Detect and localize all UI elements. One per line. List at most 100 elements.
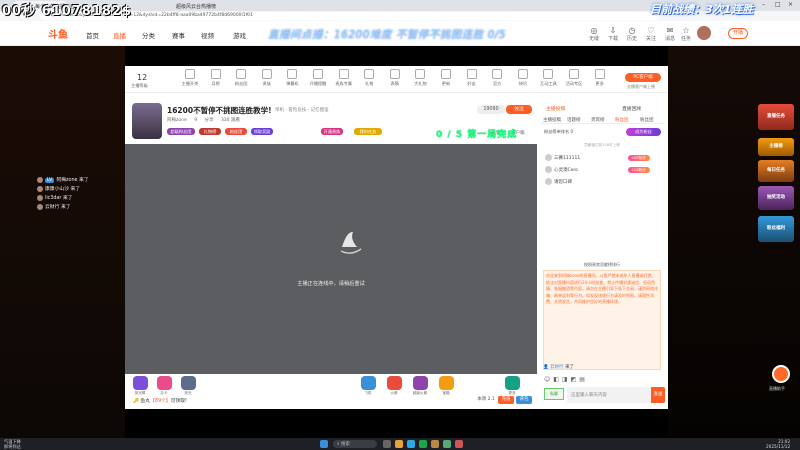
category-item[interactable]: 大礼物 [407, 69, 433, 87]
fan-row[interactable]: 心灵澳Cero [545, 166, 578, 173]
gift-item[interactable]: 火箭 [383, 376, 405, 396]
gift-item[interactable]: 办卡 [153, 376, 175, 396]
browser-tab-second[interactable]: 超级风云台热播榜 [170, 1, 250, 11]
nav-category[interactable]: 分类 [142, 30, 155, 40]
promo-banner[interactable]: 抽奖活动 [758, 186, 794, 210]
anchor-name[interactable]: 阿梅zone [167, 118, 187, 123]
chat-input[interactable]: 这里输入聊天内容 [567, 387, 651, 403]
file-explorer-icon[interactable] [395, 440, 403, 448]
category-item[interactable]: 更多 [587, 69, 613, 87]
video-player[interactable]: 主播正在连线中，请稍后重试 [125, 144, 537, 374]
anchor-avatar[interactable] [132, 103, 162, 139]
gift-item[interactable]: 更多 [501, 376, 523, 396]
subtab[interactable]: 主播投稿 [543, 117, 561, 123]
nav-live[interactable]: 直播 [113, 30, 126, 40]
category-item[interactable]: 活动专区 [561, 69, 587, 87]
nav-events[interactable]: 赛事 [172, 30, 185, 40]
gift-item[interactable]: 飞机 [357, 376, 379, 396]
windows-start-icon[interactable] [320, 440, 328, 448]
taskbar-search[interactable]: ⌕ 搜索 [333, 440, 377, 448]
gift-item[interactable]: 荧光 [177, 376, 199, 396]
app-icon[interactable] [431, 440, 439, 448]
app-icon[interactable] [455, 440, 463, 448]
gift-item[interactable]: 荧光棒 [129, 376, 151, 396]
tab-anchor-posts[interactable]: 主播投稿 [546, 105, 565, 112]
video-status-message: 主播正在连线中，请稍后重试 [297, 281, 365, 287]
start-live-button[interactable]: 开播 [728, 28, 748, 39]
badge[interactable]: 我的任务 [354, 128, 382, 135]
promo-banner[interactable]: 直播任务 [758, 104, 794, 130]
category-item[interactable]: 粉丝团 [228, 69, 254, 87]
nav-video[interactable]: 视频 [201, 30, 214, 40]
category-item[interactable]: 月榜 [203, 69, 229, 87]
subtab[interactable]: 粉丝团 [640, 117, 654, 123]
promo-banner[interactable]: 主播榜 [758, 138, 794, 156]
category-item[interactable]: 表情 [382, 69, 408, 87]
avatar [545, 166, 552, 173]
subtab[interactable]: 贵宾榜 [591, 117, 605, 123]
badge[interactable]: 领取奖励 [251, 128, 273, 135]
gift-item[interactable]: 宝箱 [435, 376, 457, 396]
header-message[interactable]: ✉ 消息 [664, 26, 676, 42]
system-clock[interactable]: 21:02 2025/11/12 [766, 439, 790, 449]
fan-row[interactable]: 三赛111111 [545, 154, 580, 161]
header-download[interactable]: ⇩ 下载 [607, 26, 619, 42]
category-item[interactable]: 贵族 [254, 69, 280, 87]
backpack-button[interactable]: 背包 [516, 396, 532, 404]
category-icon [287, 69, 298, 79]
fishball-text[interactable]: 🔑 鱼丸【89个】可领取! [133, 397, 187, 404]
fan-rank: 粉丝榜单排名 0 [544, 129, 574, 134]
chat-tool-icons[interactable]: ☺◧◨◩▤ [544, 376, 588, 383]
send-button[interactable]: 发送 [651, 387, 665, 403]
follow-button[interactable]: 关注 [506, 105, 532, 114]
badge[interactable]: 超级粉丝团 [167, 128, 195, 135]
header-history[interactable]: ◷ 历史 [626, 26, 638, 42]
promo-banner[interactable]: 每日任务 [758, 160, 794, 182]
category-item[interactable]: 弹幕机 [279, 69, 305, 87]
header-globe[interactable]: ◎ 无缝 [588, 26, 600, 42]
address-bar[interactable]: https://www.douyu.com/topic/zhx?rid=12&d… [40, 12, 660, 20]
category-item[interactable]: 礼物 [356, 69, 382, 87]
promo-banner[interactable]: 粉丝福利 [758, 216, 794, 242]
share-text[interactable]: 分享 [205, 118, 214, 123]
tab-replay[interactable]: 直播回顾 [622, 105, 641, 112]
app-icon[interactable] [419, 440, 427, 448]
category-item[interactable]: 互动工具 [535, 69, 561, 87]
category-item[interactable]: 更新 [433, 69, 459, 87]
join-fans-button[interactable]: 成为粉丝 [626, 128, 661, 136]
category-item[interactable]: 开播提醒 [305, 69, 331, 87]
loading-icon [340, 231, 362, 254]
user-avatar[interactable] [697, 26, 711, 40]
category-item[interactable]: 主播开关 [177, 69, 203, 87]
follow-count: 19090 [477, 105, 505, 114]
category-item[interactable]: 快讯 [510, 69, 536, 87]
minimize-icon[interactable]: – [762, 1, 765, 8]
fan-row[interactable]: 请您口碑 [545, 178, 572, 185]
heat-value: 9 [194, 118, 198, 123]
assistant-float-button[interactable] [772, 365, 790, 383]
subtab[interactable]: 话题榜 [567, 117, 581, 123]
nav-game[interactable]: 游戏 [233, 30, 246, 40]
inbox-button[interactable]: 私聊 [544, 388, 564, 400]
app-icon[interactable] [443, 440, 451, 448]
close-icon[interactable]: × [788, 1, 793, 8]
category-item[interactable]: 好友 [459, 69, 485, 87]
stream-tags[interactable]: 单机 · 冒险竞技 · 记忆图鉴 [275, 107, 329, 113]
header-follow[interactable]: ♡ 关注 [645, 26, 657, 42]
header-task[interactable]: ☆ 任务 [680, 26, 692, 42]
category-item[interactable]: 贵族专属 [331, 69, 357, 87]
edge-icon[interactable] [407, 440, 415, 448]
weather-widget[interactable]: 气温下降 即将到达 [4, 439, 21, 449]
nav-home[interactable]: 首页 [86, 30, 99, 40]
maximize-icon[interactable]: □ [775, 1, 781, 8]
badge[interactable]: 粉丝团 [225, 128, 247, 135]
pc-client-button[interactable]: PC客户端 [625, 73, 661, 82]
badge[interactable]: 开通贵族 [321, 128, 343, 135]
recharge-button[interactable]: 充值 [498, 396, 514, 404]
site-logo[interactable]: 斗鱼 [48, 26, 68, 41]
task-view-icon[interactable] [383, 440, 391, 448]
badge[interactable]: 礼物榜 [199, 128, 221, 135]
category-item[interactable]: 官方 [484, 69, 510, 87]
subtab[interactable]: 粉丝团 [615, 117, 629, 123]
gift-item[interactable]: 超级火箭 [409, 376, 431, 396]
